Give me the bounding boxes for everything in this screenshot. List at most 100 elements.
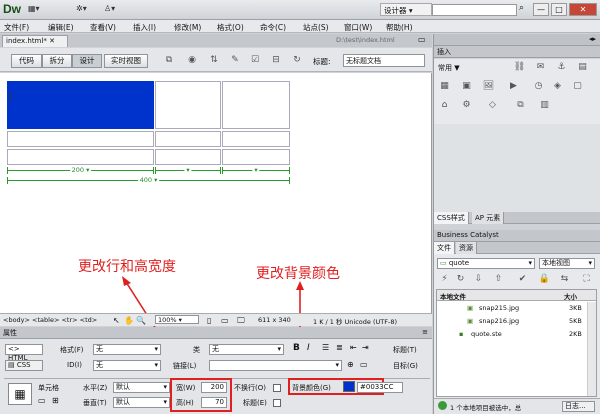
tag-chooser-icon[interactable]: ⧉ [514, 99, 527, 111]
format-value: 无 [96, 345, 103, 353]
maximize-button[interactable]: □ [551, 3, 567, 16]
bold-button[interactable]: B [293, 343, 300, 353]
tab-css-styles[interactable]: CSS样式 [434, 212, 469, 224]
zoom-tool-icon[interactable]: 🔍 [136, 316, 146, 325]
properties-header: 属性 ≡ [0, 327, 432, 339]
ordered-list-icon[interactable]: ≣ [336, 343, 343, 352]
unordered-list-icon[interactable]: ☰ [322, 343, 329, 352]
hr-icon[interactable]: ▤ [576, 61, 589, 73]
file-name: quote.ste [471, 330, 502, 338]
widget-icon[interactable]: ▥ [538, 99, 551, 111]
width-input[interactable]: 200 [201, 382, 227, 393]
tab-ap-elements[interactable]: AP 元素 [472, 212, 505, 224]
file-size: 5KB [569, 317, 582, 325]
media-icon[interactable]: ▶ [507, 80, 520, 92]
insert-panel: 常用 ▼ ⛓ ✉ ⚓ ▤ ▦ ▣ 🖼 ▶ ◷ ◈ ▢ ⌂ ⚙ ◇ ⧉ ▥ [434, 59, 600, 124]
status-ok-icon [438, 401, 447, 410]
tag-selector[interactable]: <body> <table> <tr> <td> [3, 316, 97, 324]
search-icon[interactable]: ⌕ [519, 3, 524, 13]
list-item[interactable]: ▪ quote.ste 2KB [437, 329, 587, 340]
properties-panel: <> HTML ▤ CSS 格式(F) 无 ID(I) 无 类 无 B I ☰ … [0, 339, 432, 414]
site-select[interactable]: ▭ quote [437, 258, 535, 269]
expand-icon[interactable]: ⛶ [580, 273, 593, 285]
bg-color-swatch[interactable] [343, 381, 355, 392]
file-list-scrollbar[interactable] [587, 302, 596, 396]
tab-files[interactable]: 文件 [434, 242, 455, 254]
div-icon[interactable]: ▣ [460, 80, 473, 92]
right-panel-group: 插入 ◂▸ 常用 ▼ ⛓ ✉ ⚓ ▤ ▦ ▣ 🖼 ▶ ◷ ◈ ▢ ⌂ ⚙ ◇ ⧉… [433, 34, 600, 414]
checkout-icon[interactable]: ✔ [516, 273, 529, 285]
browse-folder-icon[interactable]: ▭ [360, 360, 368, 369]
server-include-icon[interactable]: ◈ [551, 80, 564, 92]
table-icon[interactable]: ▦ [438, 80, 451, 92]
mobile-size-icon[interactable]: ▯ [207, 316, 211, 325]
class-select[interactable]: 无 [209, 344, 284, 355]
header-checkbox[interactable] [273, 399, 281, 407]
italic-button[interactable]: I [307, 343, 310, 353]
sync-icon[interactable]: ⇆ [558, 273, 571, 285]
format-label: 格式(F) [60, 346, 84, 354]
put-files-icon[interactable]: ⇧ [492, 273, 505, 285]
nowrap-checkbox[interactable] [273, 384, 281, 392]
height-input[interactable]: 70 [201, 397, 227, 408]
date-icon[interactable]: ◷ [532, 80, 545, 92]
vert-select[interactable]: 默认 [113, 397, 170, 408]
template-icon[interactable]: ◇ [486, 99, 499, 111]
format-select[interactable]: 无 [93, 344, 161, 355]
id-select[interactable]: 无 [93, 360, 161, 371]
hand-tool-icon[interactable]: ✋ [124, 316, 134, 325]
head-icon[interactable]: ⌂ [438, 99, 451, 111]
email-link-icon[interactable]: ✉ [534, 61, 547, 73]
help-search-input[interactable] [432, 4, 517, 16]
css-mode-button[interactable]: ▤ CSS [5, 360, 43, 371]
vert-label: 垂直(T) [83, 399, 107, 407]
tab-assets[interactable]: 资源 [456, 242, 477, 254]
close-button[interactable]: ✕ [569, 3, 597, 16]
view-select[interactable]: 本地视图 [539, 258, 595, 269]
collapse-icon[interactable]: ◂▸ [589, 35, 596, 43]
target-label: 目标(G) [393, 362, 418, 370]
refresh-files-icon[interactable]: ↻ [454, 273, 467, 285]
file-list-header: 本地文件 大小 [437, 290, 596, 301]
horz-select[interactable]: 默认 [113, 382, 170, 393]
indent-icon[interactable]: ⇥ [362, 343, 369, 352]
image-file-icon: ▣ [467, 317, 474, 325]
script-icon[interactable]: ⚙ [460, 99, 473, 111]
html-mode-button[interactable]: <> HTML [5, 344, 43, 362]
hyperlink-icon[interactable]: ⛓ [513, 61, 526, 73]
get-files-icon[interactable]: ⇩ [472, 273, 485, 285]
panel-menu-icon[interactable]: ≡ [422, 328, 428, 336]
download-info: 1 K / 1 秒 Unicode (UTF-8) [313, 318, 397, 326]
log-button[interactable]: 日志... [562, 401, 595, 412]
select-tool-icon[interactable]: ↖ [113, 316, 120, 325]
connect-icon[interactable]: ⚡ [438, 273, 451, 285]
table-cell-icon: ▦ [8, 383, 32, 405]
zoom-select[interactable]: 100% ▾ [155, 315, 199, 324]
file-size: 2KB [569, 330, 582, 338]
split-cells-icon[interactable]: ⊞ [52, 396, 59, 405]
minimize-button[interactable]: — [533, 3, 549, 16]
css-panel-header: CSS样式 AP 元素 [434, 212, 600, 224]
desktop-size-icon[interactable]: 🖵 [237, 316, 245, 326]
named-anchor-icon[interactable]: ⚓ [555, 61, 568, 73]
file-size: 3KB [569, 304, 582, 312]
tablet-size-icon[interactable]: ▭ [221, 316, 229, 325]
list-item[interactable]: ▣ snap216.jpg 5KB [437, 316, 587, 327]
window-size[interactable]: 611 x 340 [258, 316, 291, 324]
image-icon[interactable]: 🖼 [482, 80, 495, 92]
comment-icon[interactable]: ▢ [571, 80, 584, 92]
business-catalyst-header[interactable]: Business Catalyst [434, 230, 600, 242]
insert-category-select[interactable]: 常用 ▼ [438, 63, 460, 73]
view-value: 本地视图 [542, 259, 570, 267]
list-item[interactable]: ▣ snap215.jpg 3KB [437, 303, 587, 314]
local-files-column[interactable]: 本地文件 [440, 293, 466, 301]
checkin-icon[interactable]: 🔒 [538, 273, 551, 285]
link-input[interactable] [209, 360, 342, 371]
bg-color-input[interactable]: #0033CC [357, 382, 403, 393]
point-to-file-icon[interactable]: ⊕ [347, 360, 354, 369]
merge-cells-icon[interactable]: ▭ [38, 396, 46, 405]
outdent-icon[interactable]: ⇤ [350, 343, 357, 352]
size-column[interactable]: 大小 [564, 291, 577, 301]
vert-value: 默认 [116, 398, 130, 406]
file-list: 本地文件 大小 ▣ snap215.jpg 3KB ▣ snap216.jpg … [436, 289, 597, 397]
